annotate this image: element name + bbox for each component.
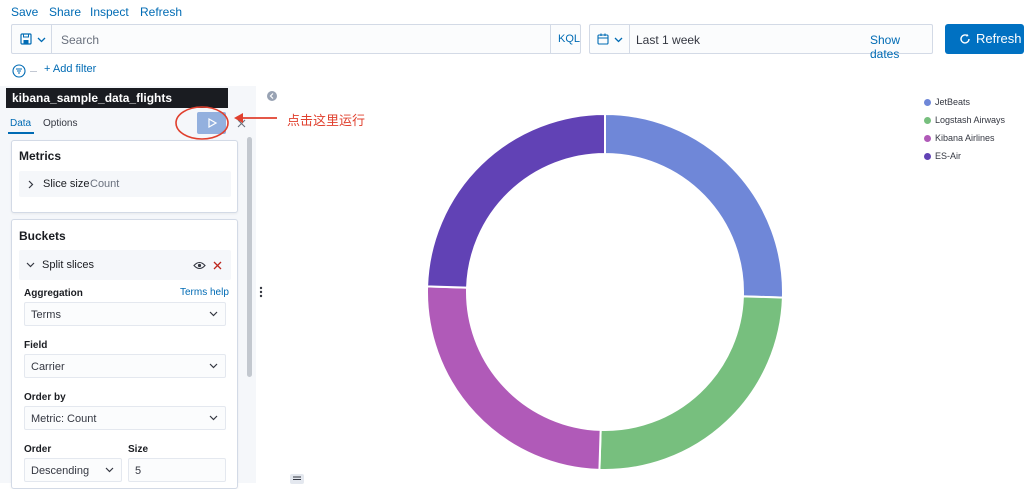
metric-label: Slice size (43, 178, 90, 190)
refresh-icon (960, 33, 970, 44)
order-select[interactable]: Descending (24, 458, 122, 482)
buckets-title: Buckets (19, 229, 66, 243)
slice-jetbeats[interactable] (604, 112, 784, 299)
share-link[interactable]: Share (49, 5, 81, 19)
inspect-link[interactable]: Inspect (90, 5, 129, 19)
legend-label: Logstash Airways (935, 115, 1006, 125)
chevron-down-icon (105, 467, 114, 473)
tab-active-underline (8, 132, 34, 134)
slice-kibana-airlines[interactable] (426, 285, 602, 471)
show-dates-link[interactable]: Show dates (870, 33, 932, 61)
eye-icon[interactable] (193, 261, 206, 270)
tab-data[interactable]: Data (10, 118, 31, 129)
time-range-value[interactable]: Last 1 week (636, 33, 700, 47)
filter-options-icon[interactable] (12, 64, 26, 78)
legend-dot (924, 153, 931, 160)
legend-item[interactable]: Logstash Airways (924, 115, 1005, 125)
remove-icon[interactable] (213, 261, 222, 270)
slice-es-air[interactable] (426, 112, 606, 289)
field-label: Field (24, 340, 48, 351)
metrics-panel: Metrics Slice size Count (11, 140, 238, 213)
legend-dot (924, 135, 931, 142)
metric-value: Count (90, 178, 120, 190)
annotation-arrow (234, 113, 277, 123)
refresh-button-label: Refresh (976, 31, 1022, 46)
aggregation-select[interactable]: Terms (24, 302, 226, 326)
size-input[interactable]: 5 (128, 458, 226, 482)
calendar-icon (597, 33, 609, 45)
query-bar: Search KQL Last 1 week Show dates Refres… (0, 24, 1024, 61)
aggregation-value: Terms (31, 309, 61, 321)
chart-area: JetBeats Logstash Airways Kibana Airlines E… (283, 86, 1024, 484)
search-input[interactable]: Search (61, 33, 99, 47)
chevron-down-icon (209, 415, 218, 421)
buckets-panel: Buckets Split slices Aggregation Terms h… (11, 219, 238, 489)
split-slices-row[interactable]: Split slices (19, 250, 231, 280)
sidebar-scrollbar[interactable] (247, 137, 252, 377)
aggregation-label: Aggregation (24, 288, 83, 299)
legend-dot (924, 117, 931, 124)
save-disk-icon (20, 33, 32, 45)
refresh-link[interactable]: Refresh (140, 5, 182, 19)
legend-label: ES-Air (935, 151, 962, 161)
filter-separator (30, 71, 37, 72)
legend-label: Kibana Airlines (935, 133, 995, 143)
kql-label: KQL (558, 33, 581, 45)
field-value: Carrier (31, 361, 65, 373)
saved-query-button[interactable] (12, 25, 52, 53)
refresh-button[interactable]: Refresh (945, 24, 1024, 54)
quick-select-button[interactable] (590, 25, 630, 53)
collapse-sidebar-icon[interactable] (267, 91, 277, 101)
chevron-down-icon (37, 37, 46, 43)
search-box: Search KQL (11, 24, 581, 54)
legend-dot (924, 99, 931, 106)
order-value: Descending (31, 465, 90, 477)
slice-logstash-airways[interactable] (598, 295, 784, 471)
order-label: Order (24, 444, 52, 455)
field-select[interactable]: Carrier (24, 354, 226, 378)
save-link[interactable]: Save (11, 5, 38, 19)
resize-handle-icon[interactable] (259, 286, 263, 298)
legend-item[interactable]: ES-Air (924, 151, 961, 161)
metrics-title: Metrics (19, 149, 62, 163)
donut-chart (426, 112, 784, 471)
chevron-down-icon (614, 37, 623, 43)
date-picker: Last 1 week Show dates (589, 24, 933, 61)
terms-help-link[interactable]: Terms help (180, 287, 229, 298)
chevron-down-icon (26, 262, 35, 268)
order-by-label: Order by (24, 392, 66, 403)
chevron-down-icon (209, 311, 218, 317)
top-nav-menu: Save Share Inspect Refresh (0, 0, 1024, 24)
annotation-circle (175, 106, 229, 140)
add-filter-link[interactable]: + Add filter (44, 63, 96, 75)
legend-item[interactable]: JetBeats (924, 97, 970, 107)
metric-slice-size-row[interactable]: Slice size Count (19, 171, 231, 197)
legend-label: JetBeats (935, 97, 971, 107)
filter-bar: + Add filter (0, 60, 1024, 86)
split-slices-label: Split slices (42, 259, 94, 271)
kql-toggle[interactable]: KQL (550, 25, 582, 53)
order-by-value: Metric: Count (31, 413, 97, 425)
size-value: 5 (135, 465, 142, 477)
chevron-right-icon (28, 180, 34, 189)
legend-item[interactable]: Kibana Airlines (924, 133, 995, 143)
tab-options[interactable]: Options (43, 118, 77, 129)
chevron-down-icon (209, 363, 218, 369)
order-by-select[interactable]: Metric: Count (24, 406, 226, 430)
size-label: Size (128, 444, 149, 455)
